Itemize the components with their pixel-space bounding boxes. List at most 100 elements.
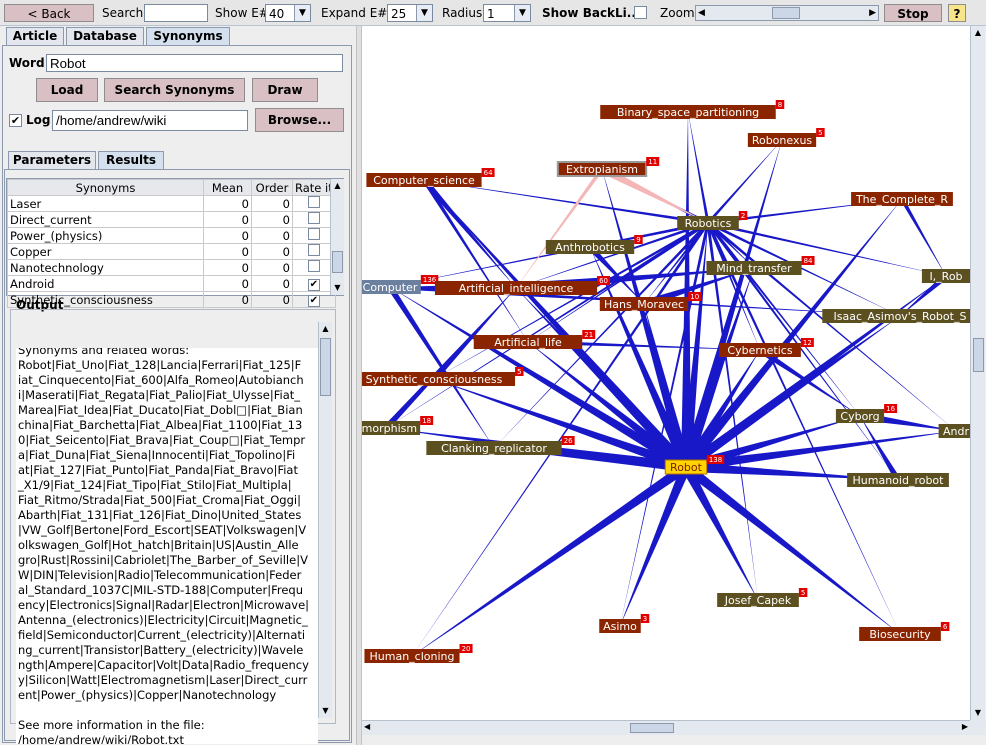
graph-node-irob[interactable]: I,_Rob <box>921 269 970 283</box>
chevron-down-icon[interactable]: ▼ <box>331 281 344 295</box>
table-row[interactable]: Power_(physics) 0 0 <box>7 227 336 244</box>
graph-node-computer[interactable]: Computer 136 <box>362 275 439 294</box>
rate-checkbox[interactable] <box>307 212 320 224</box>
zoom-thumb[interactable] <box>772 7 800 19</box>
graph-hscrollbar[interactable]: ◀ ▶ <box>362 720 970 735</box>
back-button[interactable]: < Back <box>4 4 94 22</box>
graph-node-bsp[interactable]: Binary_space_partitioning 8 <box>600 100 785 119</box>
rate-checkbox[interactable] <box>307 244 320 256</box>
graph-vscrollbar[interactable]: ▲ ▼ <box>970 26 985 720</box>
word-input[interactable] <box>46 54 343 72</box>
graph-node-cs[interactable]: Computer_science 64 <box>366 168 495 187</box>
tab-results[interactable]: Results <box>98 151 164 169</box>
chevron-left-icon[interactable]: ◀ <box>364 722 370 731</box>
graph-node-extropianism[interactable]: Extropianism 11 <box>556 157 660 177</box>
expand-value: 25 <box>391 7 407 21</box>
graph-hscroll-thumb[interactable] <box>630 723 674 733</box>
chevron-right-icon[interactable]: ▶ <box>962 722 968 731</box>
log-path-input[interactable] <box>52 110 248 131</box>
chevron-down-icon[interactable]: ▼ <box>319 704 332 718</box>
col-synonyms[interactable]: Synonyms <box>7 179 204 196</box>
show-select[interactable]: 40 ▼ <box>265 4 311 22</box>
node-count: 8 <box>778 101 782 109</box>
graph-node-cybernetics[interactable]: Cybernetics 12 <box>719 338 814 357</box>
graph-node-robonexus[interactable]: Robonexus 5 <box>747 128 825 147</box>
node-count: 136 <box>423 276 437 284</box>
chevron-down-icon[interactable]: ▼ <box>416 5 432 21</box>
output-text-area[interactable]: Synonyms and related words: Robot|Fiat_U… <box>16 348 318 744</box>
radius-value: 1 <box>487 7 495 21</box>
chevron-right-icon[interactable]: ▶ <box>869 4 876 22</box>
chevron-down-icon[interactable]: ▼ <box>294 5 310 21</box>
zoom-label: Zoom <box>660 6 695 20</box>
rate-checkbox[interactable]: ✔ <box>307 279 320 291</box>
graph-node-clanking[interactable]: Clanking_replicator 26 <box>426 436 575 455</box>
col-order[interactable]: Order <box>251 179 293 196</box>
chevron-up-icon[interactable]: ▲ <box>331 179 344 193</box>
order-cell: 0 <box>251 195 293 212</box>
synonym-cell: Direct_current <box>7 211 204 228</box>
graph-node-asimovseries[interactable]: Isaac_Asimov's_Robot_S <box>822 309 970 323</box>
tab-parameters[interactable]: Parameters <box>8 151 96 169</box>
col-rate[interactable]: Rate it <box>292 179 336 196</box>
graph-node-anthrobotics[interactable]: Anthrobotics 9 <box>545 235 643 254</box>
graph-node-tcr[interactable]: The_Complete_R <box>851 192 953 206</box>
node-count: 21 <box>584 331 593 339</box>
rate-cell <box>292 211 336 228</box>
node-label: Robonexus <box>752 134 813 147</box>
chevron-down-icon[interactable]: ▼ <box>971 706 985 720</box>
node-count: 138 <box>709 456 722 464</box>
table-scroll-thumb[interactable] <box>332 251 343 273</box>
backlinks-checkbox[interactable] <box>634 6 647 19</box>
tab-article[interactable]: Article <box>6 27 64 45</box>
synonym-cell: Copper <box>7 243 204 260</box>
tab-database[interactable]: Database <box>66 27 144 45</box>
chevron-up-icon[interactable]: ▲ <box>971 26 985 40</box>
table-row[interactable]: Direct_current 0 0 <box>7 211 336 228</box>
chevron-up-icon[interactable]: ▲ <box>319 322 332 336</box>
graph-edge <box>900 198 946 276</box>
radius-select[interactable]: 1 ▼ <box>483 4 531 22</box>
log-checkbox[interactable]: ✔ <box>9 114 22 127</box>
graph-node-biosecurity[interactable]: Biosecurity 6 <box>859 622 950 641</box>
output-scrollbar[interactable]: ▲ ▼ <box>318 322 332 718</box>
draw-button[interactable]: Draw <box>252 78 318 102</box>
node-count: 64 <box>484 169 493 177</box>
node-label: Robotics <box>685 217 732 230</box>
rate-cell <box>292 243 336 260</box>
node-label: Josef_Capek <box>724 594 792 607</box>
graph-node-humanoid[interactable]: Humanoid_robot <box>847 473 949 487</box>
graph-vscroll-thumb[interactable] <box>973 338 984 372</box>
help-button[interactable]: ? <box>948 4 966 22</box>
zoom-slider[interactable]: ◀ ▶ <box>695 5 879 21</box>
rate-checkbox[interactable] <box>307 260 320 272</box>
chevron-down-icon[interactable]: ▼ <box>514 5 530 21</box>
table-scrollbar[interactable]: ▲ ▼ <box>330 179 344 295</box>
rate-checkbox[interactable]: ✔ <box>307 295 320 307</box>
graph-node-asimo[interactable]: Asimo 3 <box>599 614 650 633</box>
graph-svg[interactable]: Robot 138 Robotics 2 Binary_space_partitioni… <box>362 26 970 720</box>
table-row[interactable]: Copper 0 0 <box>7 243 336 260</box>
table-row[interactable]: Nanotechnology 0 0 <box>7 259 336 276</box>
node-label: The_Complete_R <box>855 193 948 206</box>
stop-button[interactable]: Stop <box>884 4 942 22</box>
load-button[interactable]: Load <box>36 78 98 102</box>
search-synonyms-button[interactable]: Search Synonyms <box>104 78 245 102</box>
search-input[interactable] <box>144 4 208 22</box>
graph-node-android[interactable]: Andr <box>938 424 970 438</box>
radius-label: Radius <box>442 6 483 20</box>
expand-select[interactable]: 25 ▼ <box>387 4 433 22</box>
graph-canvas[interactable]: Robot 138 Robotics 2 Binary_space_partitioni… <box>362 26 970 720</box>
rate-checkbox[interactable] <box>307 228 320 240</box>
col-mean[interactable]: Mean <box>203 179 252 196</box>
graph-node-capek[interactable]: Josef_Capek 5 <box>717 588 808 607</box>
table-row[interactable]: Android 0 0 ✔ <box>7 275 336 292</box>
rate-checkbox[interactable] <box>307 196 320 208</box>
tab-synonyms[interactable]: Synonyms <box>146 27 230 45</box>
chevron-left-icon[interactable]: ◀ <box>698 4 705 22</box>
table-row[interactable]: Laser 0 0 <box>7 195 336 212</box>
graph-node-cloning[interactable]: Human_cloning 20 <box>364 644 473 663</box>
output-scroll-thumb[interactable] <box>320 338 331 396</box>
browse-button[interactable]: Browse... <box>255 108 344 132</box>
synonyms-table: Synonyms Mean Order Rate it Laser 0 0 Direc… <box>6 178 344 308</box>
